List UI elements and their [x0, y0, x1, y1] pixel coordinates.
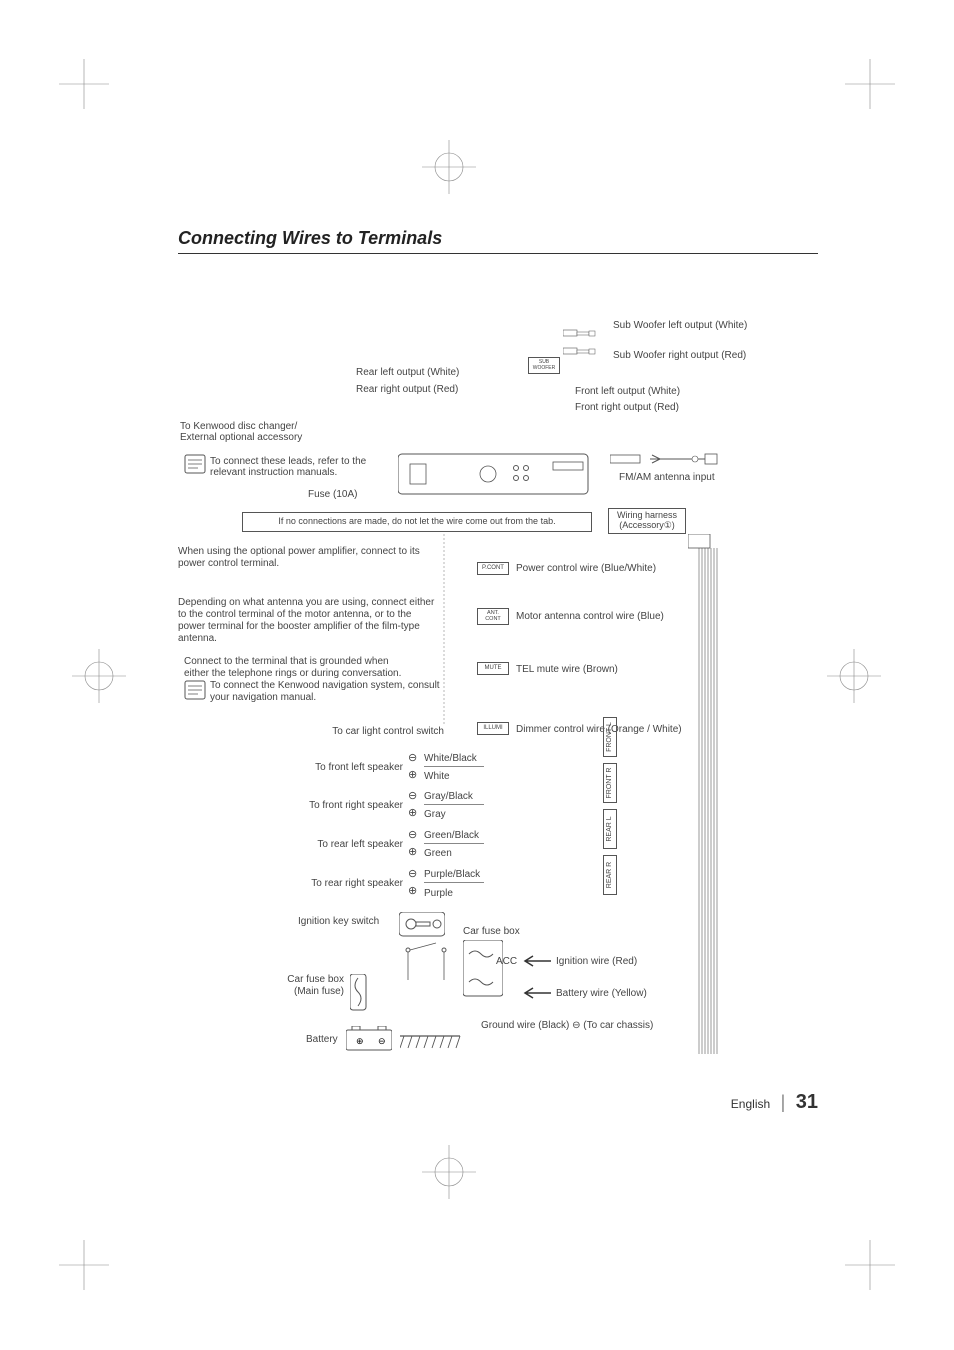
label-nav-1: To connect the Kenwood navigation system…: [210, 680, 440, 693]
tag-front-r: FRONT R: [603, 763, 617, 803]
label-gray: Gray: [424, 809, 446, 822]
label-acc: ACC: [496, 956, 517, 969]
label-mainfuse-2: (Main fuse): [274, 986, 344, 999]
label-ant-4: antenna.: [178, 633, 217, 646]
reg-bottom: [422, 1145, 476, 1199]
crop-bottom-left: [59, 1240, 109, 1290]
label-tel-2: either the telephone rings or during con…: [184, 668, 401, 681]
label-whiteblack: White/Black: [424, 753, 484, 767]
label-front-left-out: Front left output (White): [575, 386, 680, 399]
mainfuse-icon: [350, 974, 370, 1014]
tag-pcont: P.CONT: [477, 562, 509, 575]
fusebox-icon: [463, 940, 503, 1000]
label-fusebox: Car fuse box: [463, 926, 520, 939]
head-unit-icon: [398, 444, 598, 504]
label-harness-2: (Accessory①): [619, 520, 675, 530]
manual-icon-2: [184, 680, 206, 702]
tag-mute: MUTE: [477, 662, 509, 675]
battery-icon: ⊕⊖: [346, 1026, 392, 1052]
label-ant-3: power terminal for the booster amplifier…: [178, 621, 420, 634]
arrow-bat-icon: [523, 986, 553, 1000]
label-motorant-wire: Motor antenna control wire (Blue): [516, 611, 664, 624]
polarity-pos-4: ⊕: [408, 885, 417, 899]
reg-top: [422, 140, 476, 194]
polarity-neg-2: ⊖: [408, 790, 417, 804]
label-rl-spk: To rear left speaker: [283, 839, 403, 852]
tag-rear-l: REAR L: [603, 809, 617, 849]
polarity-neg-4: ⊖: [408, 868, 417, 882]
footer-lang: English: [731, 1097, 770, 1111]
dashed-guide: [438, 534, 450, 734]
label-fm-antenna: FM/AM antenna input: [619, 472, 715, 485]
label-rear-right-out: Rear right output (Red): [356, 384, 458, 397]
footer-sep: |: [781, 1092, 786, 1112]
tag-subwoofer: SUB WOOFER: [528, 357, 560, 374]
label-purpleblack: Purple/Black: [424, 869, 484, 883]
label-amp-1: When using the optional power amplifier,…: [178, 546, 420, 559]
label-ant-2: to the control terminal of the motor ant…: [178, 609, 411, 622]
label-battery: Battery: [306, 1034, 338, 1047]
svg-text:⊖: ⊖: [378, 1036, 386, 1046]
page-footer: English | 31: [178, 1091, 818, 1114]
label-nav-2: your navigation manual.: [210, 692, 316, 705]
label-grayblack: Gray/Black: [424, 791, 484, 805]
label-batwire: Battery wire (Yellow): [556, 988, 647, 1001]
crop-bottom-right: [845, 1240, 895, 1290]
tag-illumi: ILLUMI: [477, 722, 509, 735]
label-harness: Wiring harness (Accessory①): [608, 508, 686, 534]
label-rear-left-out: Rear left output (White): [356, 367, 459, 380]
label-fr-spk: To front right speaker: [283, 800, 403, 813]
label-sw-right: Sub Woofer right output (Red): [613, 350, 746, 363]
reg-right: [827, 649, 881, 703]
tag-antcont: ANT. CONT: [477, 608, 509, 625]
arrow-ign-icon: [523, 954, 553, 968]
tag-rear-r: REAR R: [603, 855, 617, 895]
label-fuse: Fuse (10A): [308, 489, 357, 502]
label-telmute-wire: TEL mute wire (Brown): [516, 664, 618, 677]
switch-icon: [398, 940, 454, 990]
crop-top-right: [845, 59, 895, 109]
ignition-key-icon: [399, 912, 445, 938]
manual-icon: [184, 454, 206, 476]
polarity-pos-3: ⊕: [408, 846, 417, 860]
label-purple: Purple: [424, 888, 453, 901]
reg-left: [72, 649, 126, 703]
crop-top-left: [59, 59, 109, 109]
label-mainfuse-1: Car fuse box: [274, 974, 344, 987]
label-ant-1: Depending on what antenna you are using,…: [178, 597, 434, 610]
wiring-diagram: Sub Woofer left output (White) Sub Woofe…: [178, 294, 818, 1114]
label-disc-2: External optional accessory: [180, 432, 302, 445]
label-pcont-wire: Power control wire (Blue/White): [516, 563, 656, 576]
polarity-pos-1: ⊕: [408, 769, 417, 783]
label-fl-spk: To front left speaker: [283, 762, 403, 775]
polarity-neg-3: ⊖: [408, 829, 417, 843]
svg-text:⊕: ⊕: [356, 1036, 364, 1046]
label-green: Green: [424, 848, 452, 861]
label-carlight: To car light control switch: [314, 726, 444, 739]
antenna-plug-icon: [610, 449, 730, 469]
label-tel-1: Connect to the terminal that is grounded…: [184, 656, 389, 669]
label-ignkey: Ignition key switch: [298, 916, 379, 929]
label-greenblack: Green/Black: [424, 830, 484, 844]
label-amp-2: power control terminal.: [178, 558, 279, 571]
label-ignwire: Ignition wire (Red): [556, 956, 637, 969]
harness-connector-icon: [688, 534, 724, 1054]
label-ground: Ground wire (Black) ⊖ (To car chassis): [481, 1020, 653, 1033]
label-front-right-out: Front right output (Red): [575, 402, 679, 415]
page-title: Connecting Wires to Terminals: [178, 228, 818, 254]
label-rr-spk: To rear right speaker: [283, 878, 403, 891]
label-dimmer-wire: Dimmer control wire (Orange / White): [516, 724, 682, 737]
label-no-connection: If no connections are made, do not let t…: [242, 512, 592, 532]
label-note1b: relevant instruction manuals.: [210, 467, 337, 480]
ground-hatch-icon: [400, 1034, 470, 1054]
polarity-neg-1: ⊖: [408, 752, 417, 766]
footer-page-number: 31: [796, 1091, 818, 1113]
label-harness-1: Wiring harness: [617, 510, 677, 520]
polarity-pos-2: ⊕: [408, 807, 417, 821]
tag-front-l: FRONT L: [603, 717, 617, 757]
label-sw-left: Sub Woofer left output (White): [613, 320, 747, 333]
label-white: White: [424, 771, 450, 784]
